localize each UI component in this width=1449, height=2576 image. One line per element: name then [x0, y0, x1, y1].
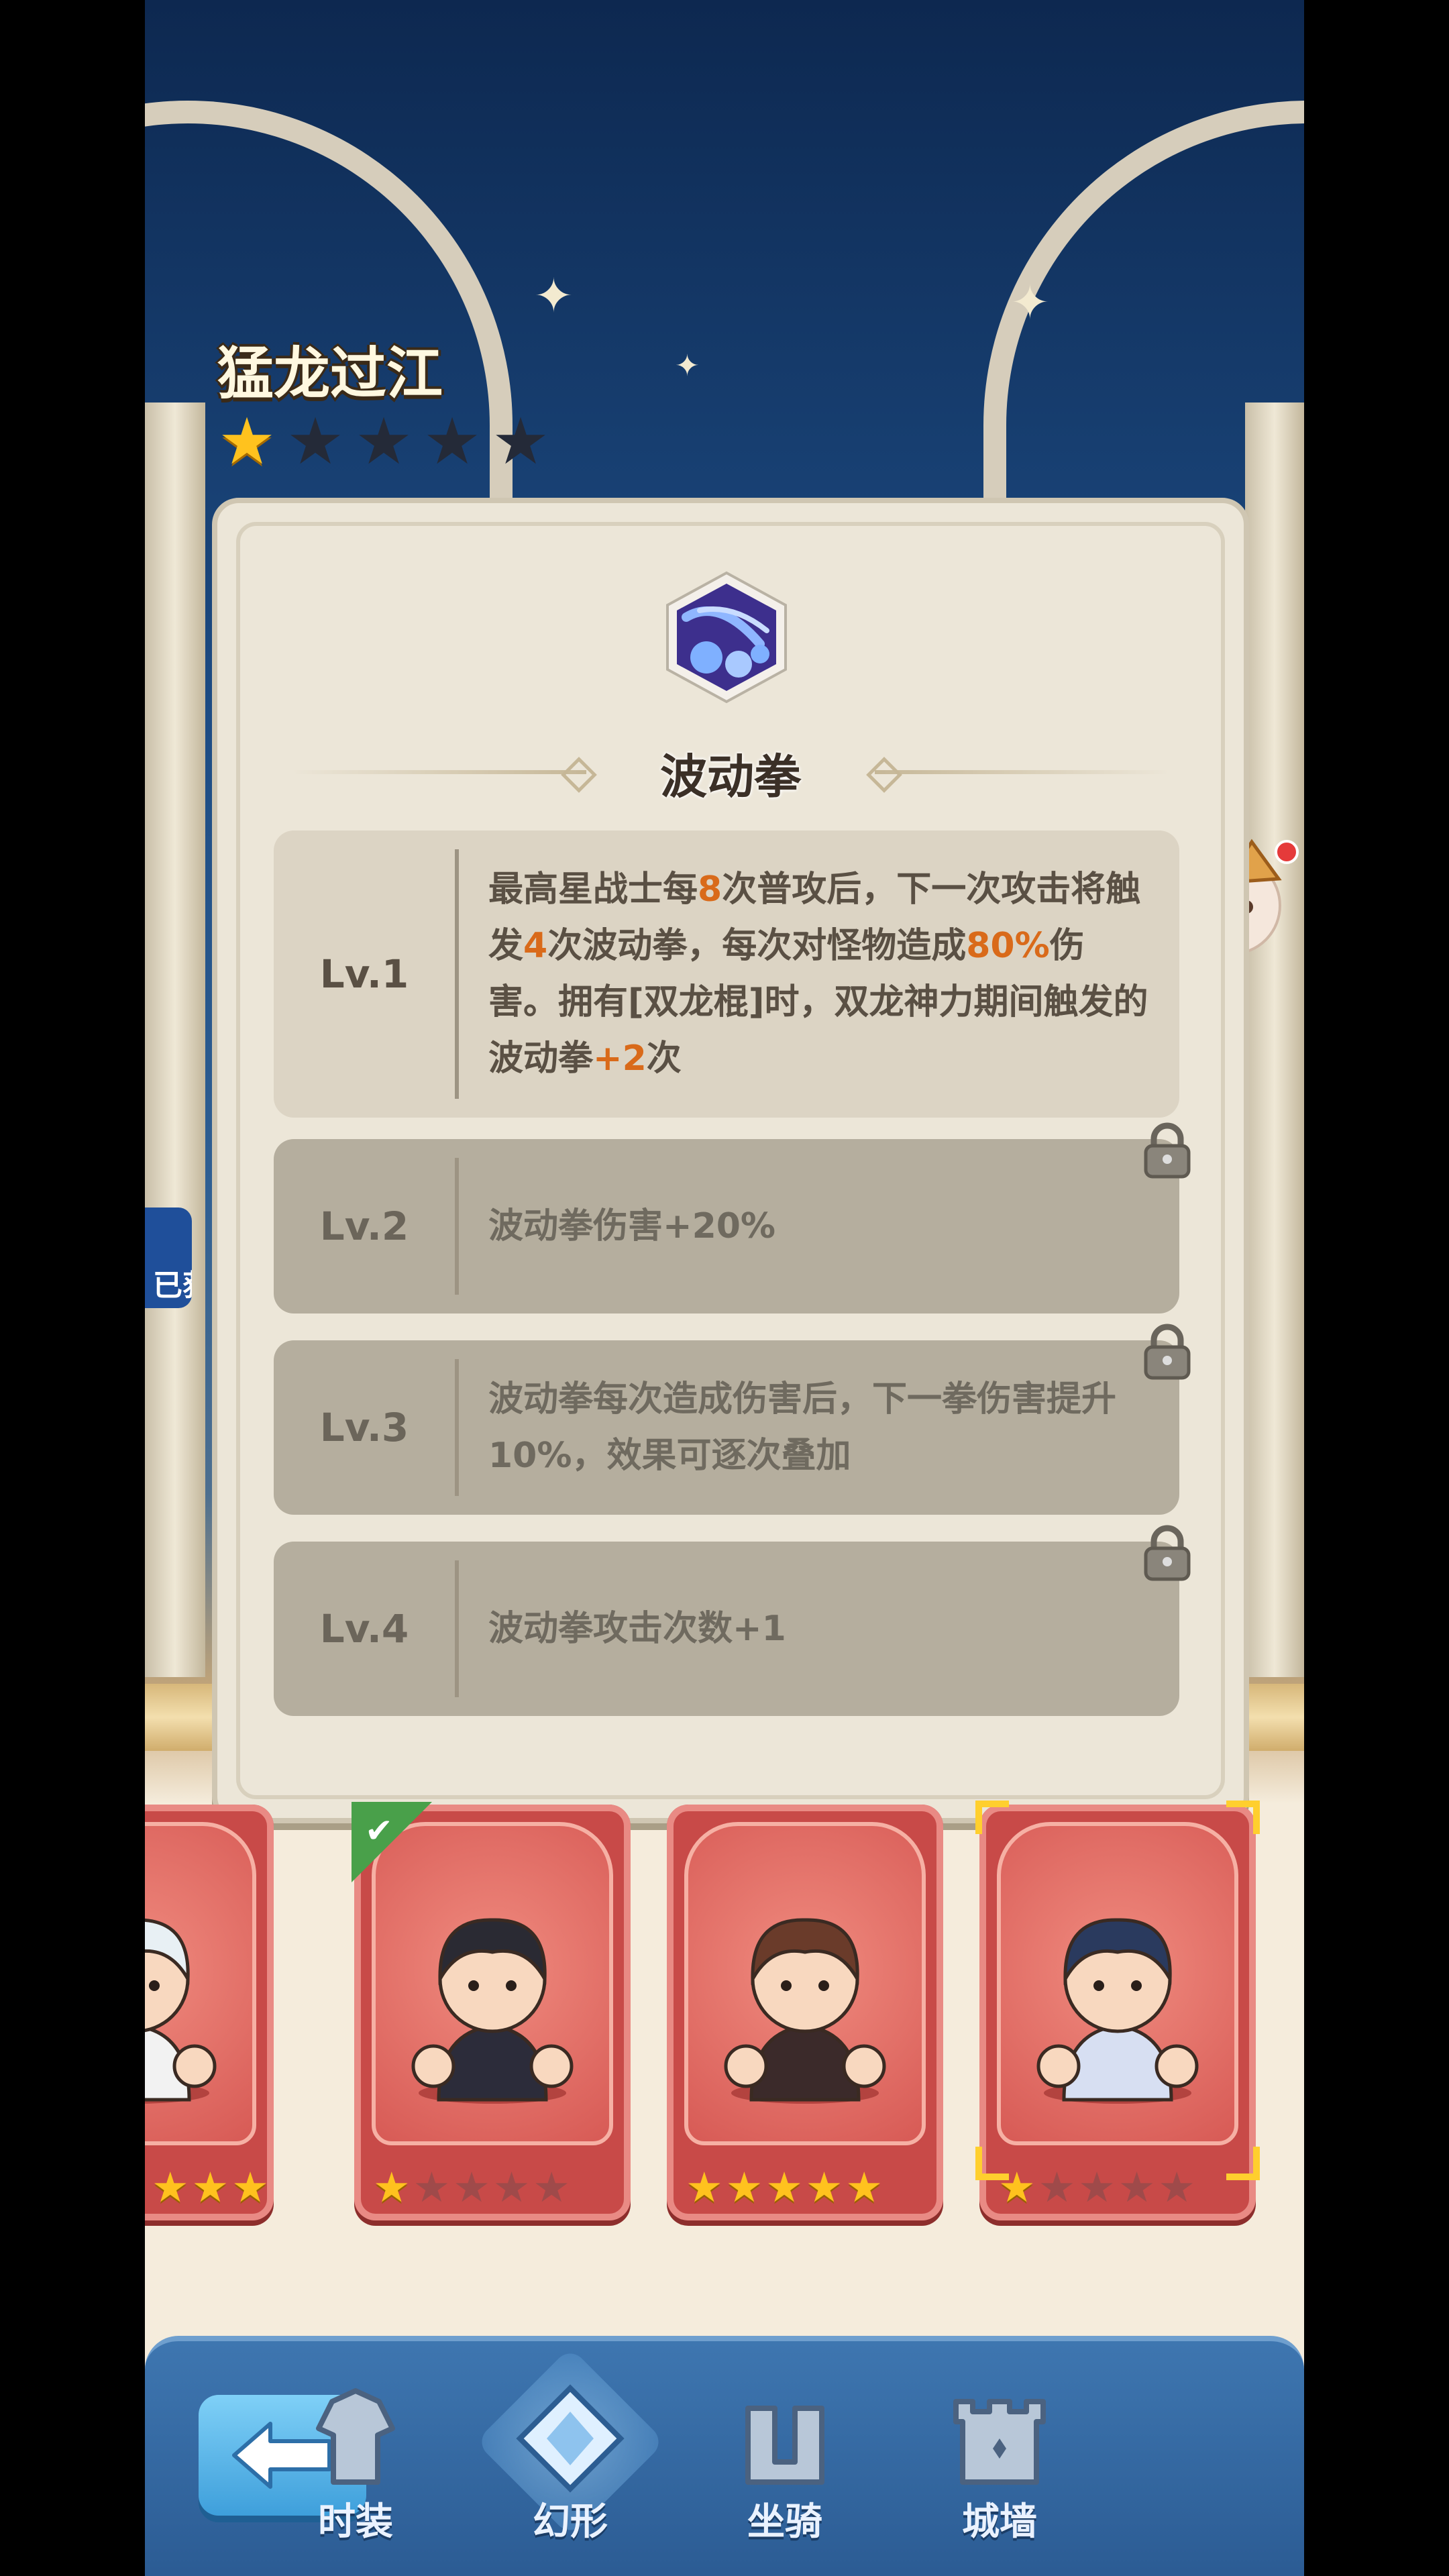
star-empty-icon: ★ — [423, 404, 482, 479]
character-star-rating: ★ ★ ★ ★ ★ — [686, 2164, 883, 2211]
level-separator — [455, 1158, 459, 1295]
level-description: 波动拳每次造成伤害后，下一拳伤害提升10%，效果可逐次叠加 — [488, 1340, 1152, 1515]
character-card[interactable]: ✔ ★ ★ ★ ★ ★ — [352, 1802, 631, 2220]
description-text: 最高星战士每 — [488, 869, 698, 910]
nav-tab-label: 幻形 — [533, 2500, 608, 2544]
sparkle-icon: ✦ — [1010, 275, 1050, 330]
skill-level-card[interactable]: Lv.1 最高星战士每8次普攻后，下一次攻击将触发4次波动拳，每次对怪物造成80%… — [274, 830, 1179, 1118]
castle-wall-icon — [953, 2399, 1046, 2485]
skill-level-card[interactable]: Lv.3 波动拳每次造成伤害后，下一拳伤害提升10%，效果可逐次叠加 — [274, 1324, 1191, 1515]
costume-icon — [316, 2388, 395, 2485]
background-pillar-right — [1245, 402, 1304, 1677]
skill-level-card[interactable]: Lv.4 波动拳攻击次数+1 — [274, 1525, 1191, 1716]
lock-icon — [1142, 1524, 1193, 1582]
star-empty-icon: ★ — [354, 404, 413, 479]
description-text: 波动拳每次造成伤害后，下一拳伤害提升10%，效果可逐次叠加 — [488, 1379, 1117, 1476]
description-text: 次波动拳，每次对怪物造成 — [547, 926, 967, 966]
hero-star-rating: ★ ★ ★ ★ ★ — [215, 409, 553, 474]
character-star-rating: ★ ★ ★ — [152, 2164, 269, 2211]
background-pillar-left — [145, 402, 205, 1677]
sparkle-icon: ✦ — [534, 268, 574, 323]
obtained-label: 已获 — [153, 1269, 192, 1303]
wave-fist-skill-icon — [666, 571, 787, 704]
star-empty-icon: ★ — [533, 2163, 570, 2212]
star-filled-icon: ★ — [805, 2163, 843, 2212]
character-figure — [1036, 1918, 1199, 2104]
level-separator — [455, 1560, 459, 1697]
level-description-text: 最高星战士每8次普攻后，下一次攻击将触发4次波动拳，每次对怪物造成80%伤害。拥… — [488, 861, 1152, 1087]
description-text: 次 — [646, 1038, 682, 1079]
character-card[interactable]: ★ ★ ★ — [145, 1805, 274, 2220]
lock-icon — [1142, 1323, 1193, 1381]
level-description-text: 波动拳伤害+20% — [488, 1198, 775, 1254]
description-text: 波动拳攻击次数+1 — [488, 1609, 786, 1649]
level-description: 最高星战士每8次普攻后，下一次攻击将触发4次波动拳，每次对怪物造成80%伤害。拥… — [488, 830, 1152, 1118]
nav-tab-castle-wall[interactable]: 城墙 — [926, 2381, 1073, 2556]
highlight-value: 80% — [966, 926, 1050, 966]
obtained-badge[interactable]: 已获 — [145, 1208, 192, 1308]
highlight-value: +2 — [593, 1038, 647, 1079]
star-filled-icon: ★ — [725, 2163, 763, 2212]
star-filled-icon: ★ — [686, 2163, 723, 2212]
mount-icon — [745, 2406, 824, 2485]
character-figure — [145, 1918, 217, 2104]
character-figure — [411, 1918, 574, 2104]
star-empty-icon: ★ — [1158, 2163, 1195, 2212]
lock-icon — [1142, 1122, 1193, 1179]
character-figure — [724, 1918, 886, 2104]
character-star-rating: ★ ★ ★ ★ ★ — [373, 2164, 570, 2211]
check-icon: ✔ — [365, 1811, 393, 1850]
level-label: Lv.3 — [319, 1405, 409, 1450]
skill-detail-panel: 波动拳 Lv.1 最高星战士每8次普攻后，下一次攻击将触发4次波动拳，每次对怪物造… — [212, 498, 1249, 1823]
highlight-value: 4 — [523, 926, 548, 966]
star-filled-icon: ★ — [152, 2163, 189, 2212]
skill-name: 波动拳 — [660, 749, 801, 804]
character-star-rating: ★ ★ ★ ★ ★ — [998, 2164, 1195, 2211]
level-label: Lv.2 — [319, 1203, 409, 1249]
skill-level-card[interactable]: Lv.2 波动拳伤害+20% — [274, 1122, 1191, 1313]
star-filled-icon: ★ — [217, 404, 276, 479]
star-filled-icon: ★ — [845, 2163, 883, 2212]
character-card[interactable]: ★ ★ ★ ★ ★ — [667, 1805, 943, 2220]
star-filled-icon: ★ — [765, 2163, 803, 2212]
highlight-value: 8 — [698, 869, 722, 910]
description-text: 波动拳伤害+20% — [488, 1206, 776, 1246]
star-empty-icon: ★ — [286, 404, 345, 479]
character-card[interactable]: ★ ★ ★ ★ ★ — [975, 1801, 1260, 2220]
star-filled-icon: ★ — [231, 2163, 269, 2212]
level-description: 波动拳攻击次数+1 — [488, 1542, 1152, 1716]
star-empty-icon: ★ — [492, 2163, 531, 2212]
star-filled-icon: ★ — [373, 2163, 411, 2212]
nav-tab-transform[interactable]: 幻形 — [475, 2347, 665, 2556]
level-separator — [455, 849, 459, 1099]
star-filled-icon: ★ — [191, 2163, 229, 2212]
nav-tab-mount[interactable]: 坐骑 — [711, 2381, 859, 2556]
star-empty-icon: ★ — [1038, 2163, 1076, 2212]
game-screen: ✦ ✦ ✦ 猛龙过江 ★★★★★ 已获 波动拳 Lv.1最高星战 — [145, 0, 1304, 2576]
transform-icon — [516, 2384, 625, 2493]
current-selection-corner — [1226, 2147, 1260, 2180]
nav-tab-label: 城墙 — [962, 2500, 1037, 2544]
level-separator — [455, 1359, 459, 1496]
current-selection-corner — [1226, 1801, 1260, 1834]
star-empty-icon: ★ — [491, 404, 550, 479]
star-empty-icon: ★ — [413, 2163, 451, 2212]
nav-tab-label: 坐骑 — [747, 2500, 822, 2544]
current-selection-corner — [975, 1801, 1009, 1834]
nav-tab-label: 时装 — [318, 2500, 393, 2544]
level-label: Lv.4 — [319, 1606, 409, 1652]
bottom-navigation: 时装 幻形 坐骑 城墙 — [145, 2336, 1304, 2576]
nav-tab-costume[interactable]: 时装 — [282, 2381, 429, 2556]
level-description-text: 波动拳每次造成伤害后，下一拳伤害提升10%，效果可逐次叠加 — [488, 1371, 1152, 1484]
hero-title: 猛龙过江 — [217, 341, 443, 407]
star-empty-icon: ★ — [453, 2163, 490, 2212]
level-description: 波动拳伤害+20% — [488, 1139, 1152, 1313]
sparkle-icon: ✦ — [675, 349, 700, 383]
star-empty-icon: ★ — [1078, 2163, 1116, 2212]
level-label: Lv.1 — [319, 951, 409, 997]
level-description-text: 波动拳攻击次数+1 — [488, 1601, 786, 1657]
star-empty-icon: ★ — [1118, 2163, 1156, 2212]
star-filled-icon: ★ — [998, 2163, 1036, 2212]
